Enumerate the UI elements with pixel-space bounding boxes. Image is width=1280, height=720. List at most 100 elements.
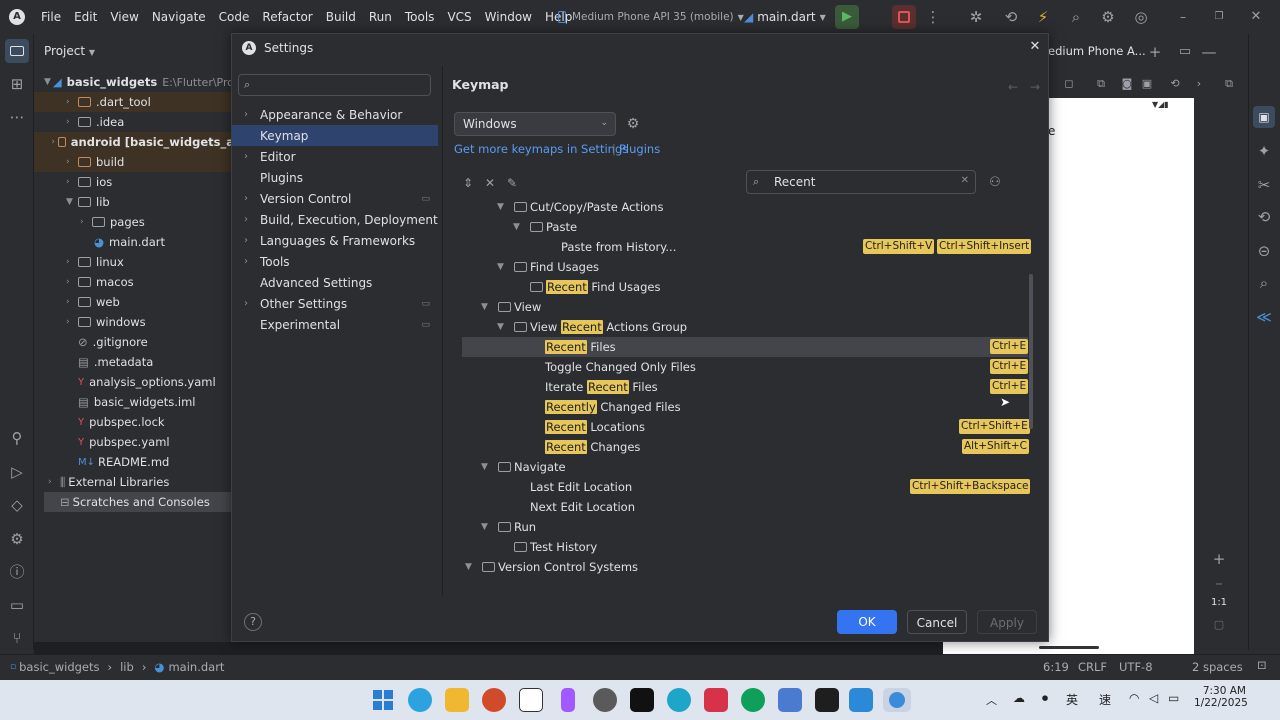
stop-button[interactable] (892, 5, 916, 29)
help-button[interactable]: ? (244, 613, 262, 631)
get-keymaps-link[interactable]: Get more keymaps in Settings (454, 142, 628, 156)
keymap-select[interactable]: Windows ⌄ (454, 112, 616, 136)
tree-row[interactable]: Yanalysis_options.yaml (34, 372, 234, 392)
crumb-project[interactable]: basic_widgets (19, 660, 99, 674)
power-icon[interactable]: ◻ (1058, 73, 1080, 95)
tree-row[interactable]: Recent Locations Ctrl+Shift+E (464, 417, 1030, 437)
tree-row[interactable]: › ⫼ External Libraries (34, 472, 234, 492)
run-button[interactable]: ▶ (835, 5, 859, 29)
device-selector[interactable]: Medium Phone API 35 (mobile) ▼ (558, 8, 744, 26)
inspect-icon[interactable]: ⌕ (1253, 272, 1275, 294)
tree-row[interactable]: Iterate Recent Files Ctrl+E (464, 377, 1030, 397)
app-logo-icon[interactable]: A (9, 9, 25, 25)
tree-row[interactable]: › android [basic_widgets_a (34, 132, 234, 152)
clock[interactable]: 7:30 AM 1/22/2025 (1194, 685, 1248, 709)
zoom-in-icon[interactable]: + (1208, 548, 1230, 570)
ime-mode[interactable]: 英 (1066, 691, 1078, 708)
mongodb-icon[interactable] (741, 688, 765, 712)
editor-app-icon[interactable] (519, 688, 543, 712)
tree-row[interactable]: Recent Find Usages (464, 277, 1030, 297)
tree-row[interactable]: Ypubspec.yaml (34, 432, 234, 452)
tree-row[interactable]: ⊘ .gitignore (34, 332, 234, 352)
onedrive-icon[interactable]: ☁ (1013, 691, 1025, 705)
gem-icon[interactable]: ◇ (6, 494, 28, 516)
tree-row[interactable]: Toggle Changed Only Files Ctrl+E (464, 357, 1030, 377)
tree-row[interactable]: › build (34, 152, 234, 172)
nav-tools[interactable]: › Tools (232, 251, 438, 272)
mic-icon[interactable]: ⏺ (1042, 691, 1048, 706)
add-icon[interactable]: + (1144, 41, 1166, 63)
settings-search[interactable]: ⌕ (238, 74, 431, 96)
edge-icon[interactable] (667, 688, 691, 712)
tree-row[interactable]: › web (34, 292, 234, 312)
vscode-icon[interactable] (849, 688, 873, 712)
menu-code[interactable]: Code (219, 10, 250, 24)
tree-row[interactable]: ▤ basic_widgets.iml (34, 392, 234, 412)
battery-icon[interactable]: ▭ (1168, 691, 1179, 705)
menu-edit[interactable]: Edit (74, 10, 97, 24)
back-icon[interactable]: ← (1002, 76, 1024, 98)
tree-row[interactable]: › .dart_tool (34, 92, 234, 112)
tree-row[interactable]: › .idea (34, 112, 234, 132)
volume-icon[interactable]: ◁ (1149, 691, 1158, 705)
tree-row-root[interactable]: ▼ ◢ basic_widgets E:\Flutter\Pro (34, 72, 234, 92)
chrome-icon[interactable] (593, 688, 617, 712)
account-icon[interactable]: ◎ (1130, 6, 1152, 28)
nav-plugins[interactable]: Plugins (232, 167, 438, 188)
tree-row[interactable]: ⊟ Scratches and Consoles (44, 492, 234, 512)
more-vert-icon[interactable]: ⋮ (922, 6, 944, 28)
tree-row[interactable]: › windows (34, 312, 234, 332)
ok-button[interactable]: OK (837, 610, 897, 634)
file-explorer-icon[interactable] (445, 688, 469, 712)
tree-row[interactable]: Paste from History... Ctrl+Shift+V Ctrl+Sh… (464, 237, 1032, 257)
emulator-screen[interactable]: e ▼◢▮ (1048, 98, 1194, 654)
tree-row[interactable]: ▼ Cut/Copy/Paste Actions (464, 197, 1030, 217)
tree-row[interactable]: ▤ .metadata (34, 352, 234, 372)
forward-icon[interactable]: › (1188, 73, 1210, 95)
close-window-icon[interactable]: ✕ (1245, 6, 1267, 28)
tree-row[interactable]: › linux (34, 252, 234, 272)
nav-editor[interactable]: › Editor (232, 146, 438, 167)
tree-row[interactable]: ◕ main.dart (34, 232, 234, 252)
tree-row[interactable]: Next Edit Location (464, 497, 1030, 517)
debug-icon[interactable]: ✲ (965, 6, 987, 28)
project-tool-icon[interactable] (5, 39, 29, 63)
nav-version-control[interactable]: › Version Control ▭ (232, 188, 438, 209)
nav-advanced[interactable]: Advanced Settings (232, 272, 438, 293)
cancel-button[interactable]: Cancel (907, 610, 967, 634)
problems-icon[interactable]: ⓘ (6, 561, 28, 583)
gemini-icon[interactable]: ✦ (1253, 140, 1275, 162)
run-tool-icon[interactable]: ▷ (6, 461, 28, 483)
tree-row[interactable]: › ios (34, 172, 234, 192)
plugins-link[interactable]: Plugins (619, 142, 660, 156)
menu-build[interactable]: Build (326, 10, 356, 24)
git-icon[interactable]: ⑂ (6, 627, 28, 649)
extended-icon[interactable]: ⧉ (1218, 73, 1240, 95)
minimize-panel-icon[interactable]: — (1198, 41, 1220, 63)
tree-row[interactable]: ▼ Find Usages (464, 257, 1030, 277)
settings-search-input[interactable] (261, 77, 421, 93)
terminal-app-icon[interactable] (815, 688, 839, 712)
tree-row[interactable]: ▼ View Recent Actions Group (464, 317, 1030, 337)
tree-row[interactable]: Recent Changes Alt+Shift+C (464, 437, 1030, 457)
menu-run[interactable]: Run (369, 10, 392, 24)
clear-icon[interactable]: ✕ (961, 175, 969, 186)
expand-all-icon[interactable]: ⇕ (457, 172, 479, 194)
nav-other[interactable]: › Other Settings ▭ (232, 293, 438, 314)
record-icon[interactable]: ▣ (1136, 73, 1158, 95)
tray-chevron-icon[interactable]: ︿ (986, 692, 997, 708)
ime-speed[interactable]: 速 (1099, 691, 1111, 708)
logcat-icon[interactable]: ⚙ (6, 528, 28, 550)
crumb-lib[interactable]: lib (120, 660, 134, 674)
menu-view[interactable]: View (110, 10, 138, 24)
search-icon[interactable]: ⌕ (1065, 6, 1087, 28)
nav-keymap[interactable]: Keymap (232, 125, 438, 146)
tree-row[interactable]: › macos (34, 272, 234, 292)
menu-navigate[interactable]: Navigate (152, 10, 206, 24)
tree-row[interactable]: ▼ Paste (464, 217, 1030, 237)
tree-row-selected[interactable]: Recent Files Ctrl+E (462, 337, 1029, 357)
tree-row[interactable]: › pages (34, 212, 234, 232)
tree-row[interactable]: Test History (464, 537, 1030, 557)
powerpoint-icon[interactable] (482, 688, 506, 712)
terminal-icon[interactable]: ▭ (6, 594, 28, 616)
